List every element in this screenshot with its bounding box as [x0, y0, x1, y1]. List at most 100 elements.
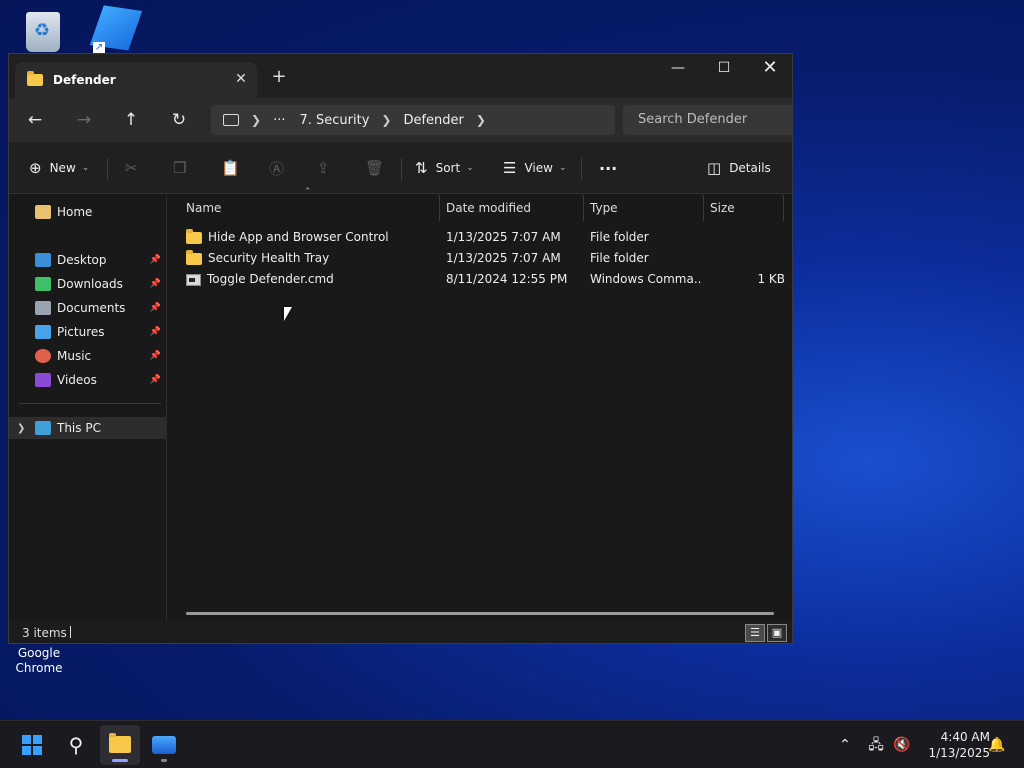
divider [107, 158, 108, 180]
sidebar-item-label: Videos [57, 373, 97, 387]
sidebar-item-label: Pictures [57, 325, 105, 339]
copy-icon[interactable]: ❐ [173, 156, 194, 180]
system-clock[interactable]: 4:40 AM 1/13/2025 [916, 729, 990, 761]
details-view-icon[interactable]: ☰ [745, 624, 765, 642]
address-bar[interactable]: ❯ ··· 7. Security ❯ Defender ❯ [211, 105, 615, 135]
tab-defender[interactable]: Defender ✕ [15, 62, 257, 98]
maximize-button[interactable]: ☐ [701, 54, 747, 84]
chevron-right-icon[interactable]: ❯ [476, 113, 486, 127]
chevron-right-icon[interactable]: ❯ [381, 113, 391, 127]
volume-muted-icon[interactable]: 🔇 [890, 721, 914, 768]
sidebar-item-videos[interactable]: Videos 📌 [9, 369, 167, 391]
pin-icon: 📌 [149, 279, 161, 289]
back-arrow-icon[interactable]: ← [20, 106, 50, 134]
sidebar-item-home[interactable]: Home [9, 201, 167, 223]
cut-icon[interactable]: ✂ [125, 156, 146, 180]
desktop-icon [35, 253, 51, 267]
file-size [710, 248, 785, 269]
tab-title: Defender [53, 73, 116, 87]
forward-arrow-icon[interactable]: → [69, 106, 99, 134]
new-button[interactable]: ⊕ New ⌄ [29, 156, 89, 180]
horizontal-scrollbar[interactable] [186, 612, 774, 615]
taskbar: ⚲ ⌃ 🖧 🔇 4:40 AM 1/13/2025 🔔 [0, 720, 1024, 768]
sidebar-item-label: Music [57, 349, 92, 363]
notification-bell-icon[interactable]: 🔔 [986, 721, 1008, 768]
sidebar-item-documents[interactable]: Documents 📌 [9, 297, 167, 319]
search-icon[interactable]: ⚲ [56, 725, 96, 765]
navigation-bar: ← → ↑ ↻ ❯ ··· 7. Security ❯ Defender ❯ S… [9, 98, 792, 142]
column-header-size[interactable]: Size [704, 195, 784, 221]
network-icon[interactable]: 🖧 [864, 721, 888, 768]
sort-icon: ⇅ [415, 159, 428, 177]
details-button[interactable]: ◫ Details [707, 156, 771, 180]
up-arrow-icon[interactable]: ↑ [116, 106, 146, 134]
title-bar: Defender ✕ + — ☐ ✕ [9, 54, 792, 98]
chrome-label-line2: Chrome [15, 661, 63, 675]
breadcrumb-security[interactable]: 7. Security [299, 113, 369, 128]
item-count: 3 items [22, 626, 67, 640]
document-icon [35, 301, 51, 315]
sidebar-item-this-pc[interactable]: ❯ This PC [9, 417, 167, 439]
start-button[interactable] [12, 725, 52, 765]
sidebar-item-pictures[interactable]: Pictures 📌 [9, 321, 167, 343]
videos-icon [35, 373, 51, 387]
photos-app-button[interactable] [144, 725, 184, 765]
computer-icon [35, 421, 51, 435]
pin-icon: 📌 [149, 327, 161, 337]
folder-icon [186, 228, 202, 244]
search-input[interactable]: Search Defender [623, 105, 792, 135]
file-date: 8/11/2024 12:55 PM [446, 272, 568, 286]
delete-icon[interactable]: 🗑 [365, 156, 392, 180]
file-explorer-taskbar-button[interactable] [100, 725, 140, 765]
view-button[interactable]: ☰ View ⌄ [503, 156, 566, 180]
file-name: Hide App and Browser Control [208, 230, 389, 244]
sort-button[interactable]: ⇅ Sort ⌄ [415, 156, 474, 180]
mouse-pointer-icon [284, 307, 292, 321]
sort-label: Sort [435, 161, 461, 175]
minimize-button[interactable]: — [655, 54, 701, 84]
close-tab-icon[interactable]: ✕ [233, 71, 249, 87]
column-header-type[interactable]: Type [584, 195, 704, 221]
file-name-cell: Security Health Tray [186, 248, 329, 269]
paste-icon[interactable]: 📋 [221, 156, 248, 180]
file-type: Windows Comma... [590, 272, 702, 286]
chevron-right-icon[interactable]: ❯ [251, 113, 261, 127]
sidebar-item-label: This PC [57, 421, 101, 435]
file-explorer-window: Defender ✕ + — ☐ ✕ ← → ↑ ↻ ❯ ··· 7. Secu… [8, 53, 793, 644]
column-header-name[interactable]: Name [180, 195, 440, 221]
sidebar-item-downloads[interactable]: Downloads 📌 [9, 273, 167, 295]
table-row[interactable]: Toggle Defender.cmd 8/11/2024 12:55 PM W… [180, 269, 785, 290]
table-row[interactable]: Hide App and Browser Control 1/13/2025 7… [180, 227, 780, 248]
table-row[interactable]: Security Health Tray 1/13/2025 7:07 AM F… [180, 248, 780, 269]
chevron-down-icon: ⌄ [466, 163, 474, 173]
file-list: ⌃ Name Date modified Type Size Hide App … [168, 187, 792, 621]
new-tab-button[interactable]: + [267, 66, 291, 90]
pin-icon: 📌 [149, 375, 161, 385]
navigation-pane: Home Desktop 📌 Downloads 📌 Documents 📌 P… [9, 195, 167, 621]
large-icons-view-icon[interactable]: ▣ [767, 624, 787, 642]
close-window-button[interactable]: ✕ [747, 54, 792, 84]
sidebar-item-label: Documents [57, 301, 126, 315]
more-options-button[interactable]: ··· [599, 156, 617, 180]
pin-icon: 📌 [149, 303, 161, 313]
chrome-label-line1: Google [17, 646, 61, 660]
roblox-shortcut-icon[interactable]: ↗ [89, 5, 144, 54]
sidebar-divider [19, 403, 161, 404]
google-chrome-shortcut[interactable]: Google Chrome [4, 646, 74, 676]
sidebar-item-desktop[interactable]: Desktop 📌 [9, 249, 167, 271]
breadcrumb-overflow[interactable]: ··· [273, 113, 285, 128]
share-icon[interactable]: ⇪ [317, 156, 338, 180]
file-name: Toggle Defender.cmd [207, 272, 334, 286]
refresh-icon[interactable]: ↻ [164, 106, 194, 134]
breadcrumb-defender[interactable]: Defender [403, 113, 463, 128]
chevron-up-icon[interactable]: ⌃ [834, 721, 856, 768]
divider [581, 158, 582, 180]
column-header-date-modified[interactable]: Date modified [440, 195, 584, 221]
sidebar-item-music[interactable]: Music 📌 [9, 345, 167, 367]
rename-icon[interactable]: Ⓐ [269, 156, 292, 180]
status-bar: 3 items ☰ ▣ [9, 621, 792, 643]
active-indicator [112, 759, 128, 762]
folder-icon [186, 249, 202, 265]
recycle-bin-icon[interactable] [4, 4, 74, 54]
chevron-right-icon[interactable]: ❯ [17, 423, 25, 434]
